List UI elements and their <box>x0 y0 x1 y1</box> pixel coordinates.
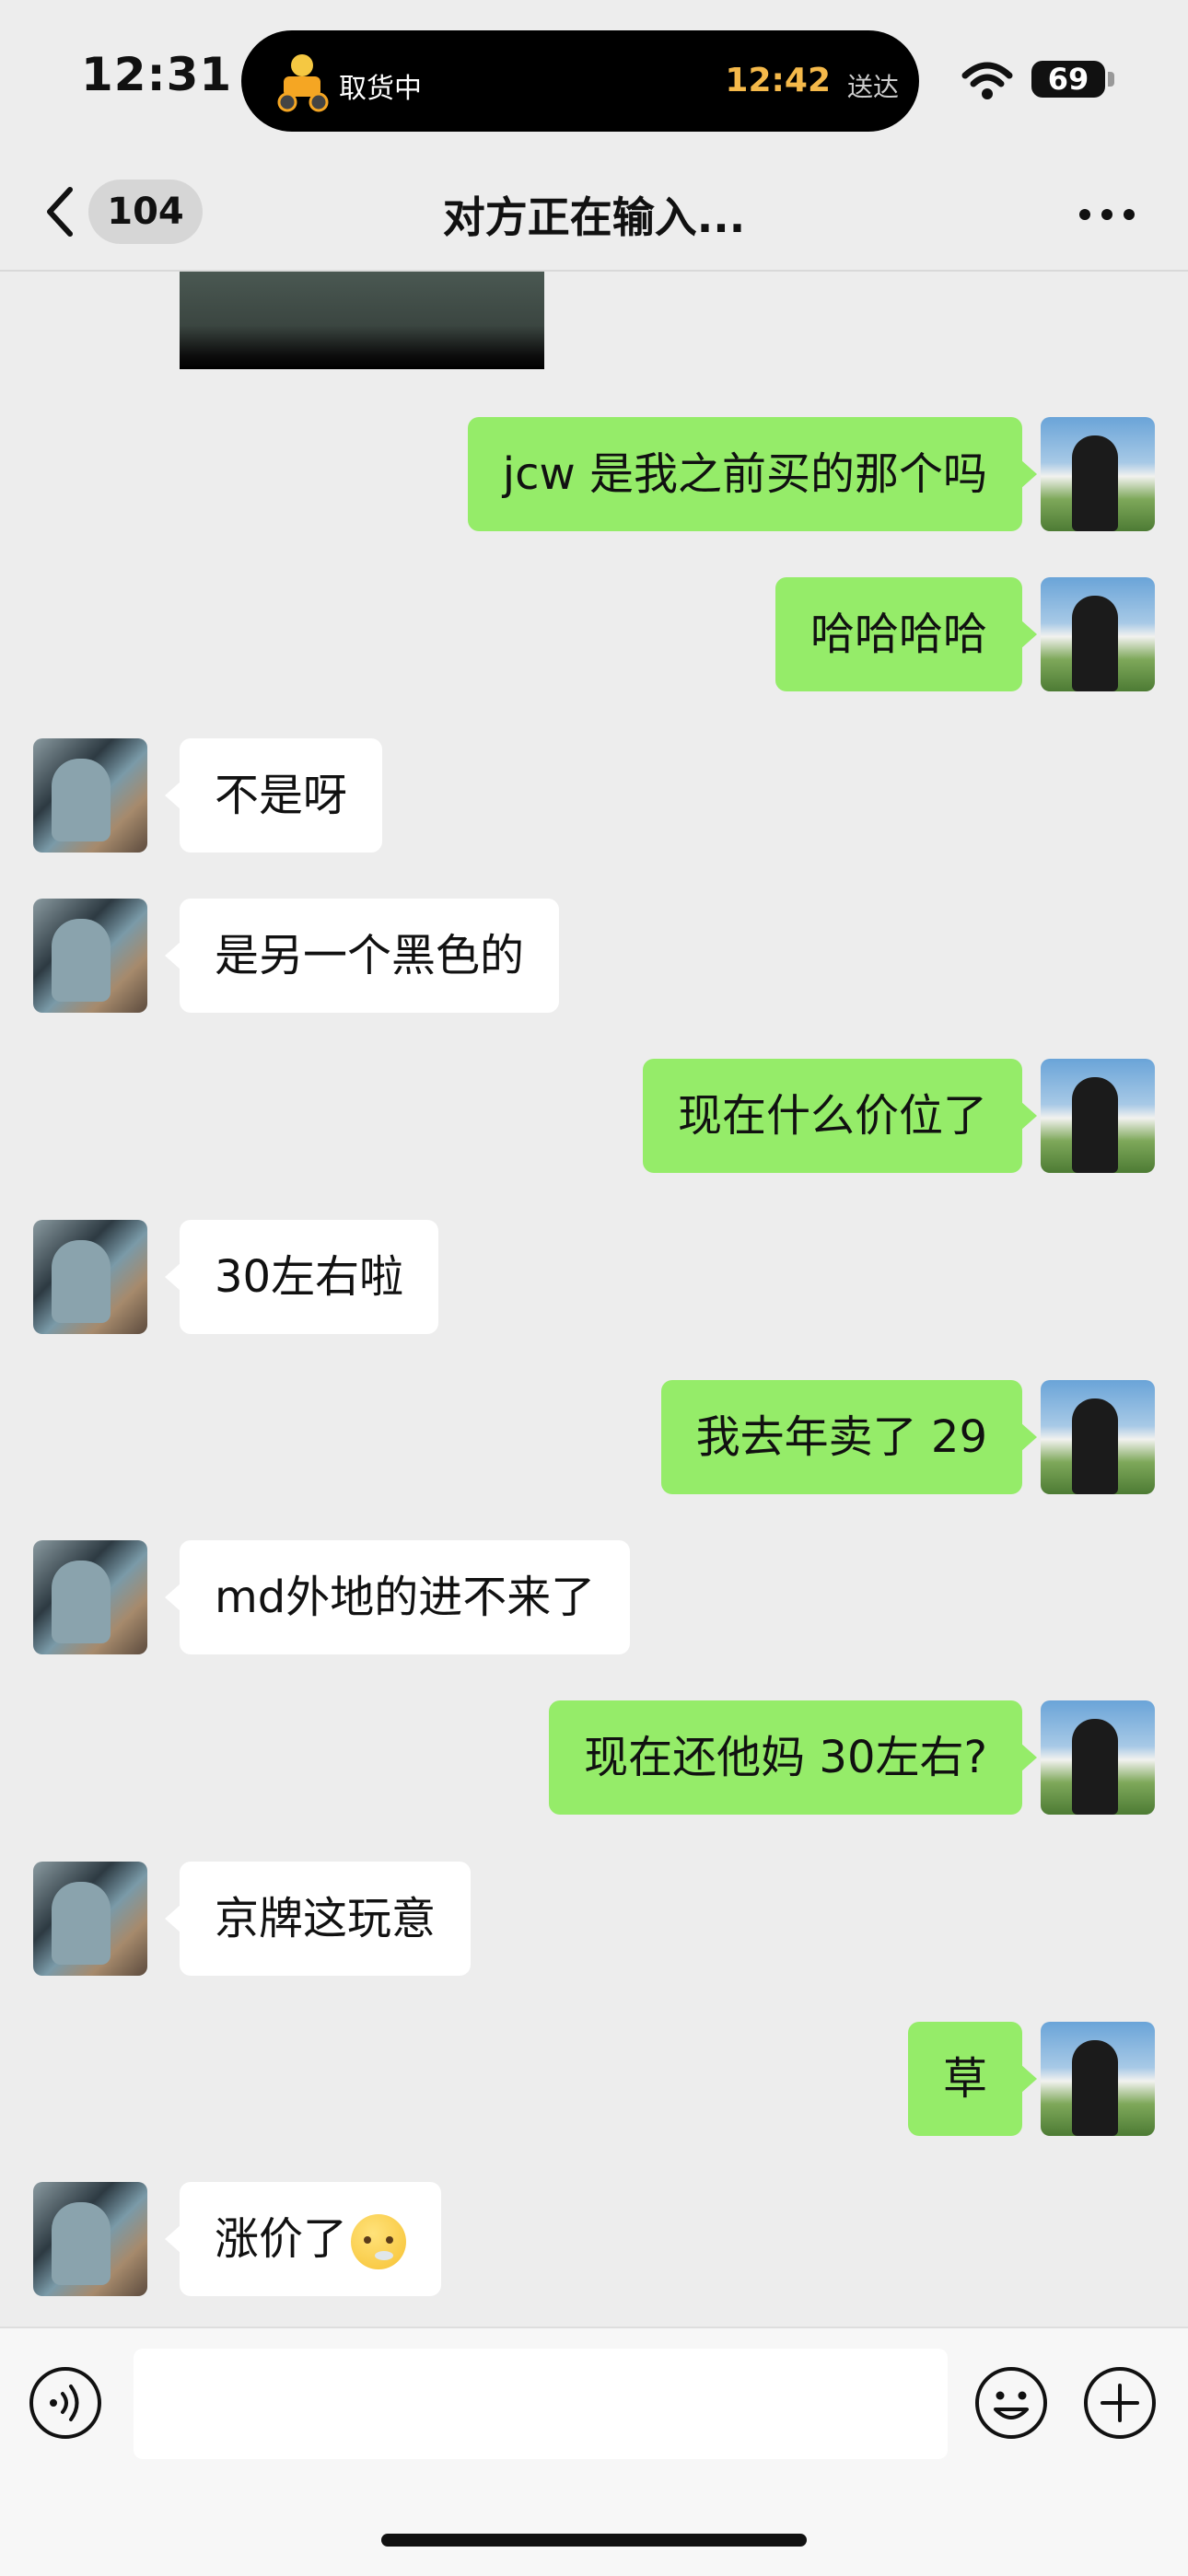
message-input[interactable] <box>134 2349 948 2459</box>
friend-message-row: 是另一个黑色的 <box>0 899 1188 1013</box>
friend-message-row: md外地的进不来了 <box>0 1540 1188 1654</box>
friend-message-row: 30左右啦 <box>0 1220 1188 1334</box>
message-text: 是另一个黑色的 <box>215 930 525 981</box>
sigh-face-emoji-icon <box>351 2214 407 2269</box>
my-avatar[interactable] <box>1041 1059 1155 1173</box>
my-message-bubble[interactable]: 现在什么价位了 <box>642 1059 1038 1173</box>
my-message-bubble[interactable]: jcw 是我之前买的那个吗 <box>467 417 1038 531</box>
friend-message-row: 涨价了 <box>0 2182 1188 2296</box>
my-message-bubble[interactable]: 现在还他妈 30左右? <box>549 1700 1037 1815</box>
my-message-bubble[interactable]: 哈哈哈哈 <box>775 577 1038 691</box>
my-avatar[interactable] <box>1041 417 1155 531</box>
more-options-icon[interactable] <box>1077 207 1136 222</box>
my-avatar[interactable] <box>1041 1700 1155 1815</box>
delivery-eta-suffix: 送达 <box>846 72 899 102</box>
delivery-status-label: 取货中 <box>339 73 422 105</box>
my-avatar[interactable] <box>1041 577 1155 691</box>
message-text: 现在还他妈 30左右? <box>584 1732 987 1783</box>
more-actions-plus-button[interactable] <box>1082 2365 1158 2441</box>
dynamic-island-delivery[interactable]: 取货中 12:42 送达 <box>241 30 919 132</box>
friend-message-bubble[interactable]: 京牌这玩意 <box>164 1862 472 1976</box>
wifi-icon <box>961 62 1013 99</box>
message-text: 涨价了 <box>215 2213 348 2265</box>
friend-avatar[interactable] <box>33 2182 147 2296</box>
message-text: 我去年卖了 29 <box>695 1411 987 1463</box>
my-message-row: 现在还他妈 30左右? <box>0 1700 1188 1815</box>
delivery-eta-time: 12:42 <box>725 62 831 99</box>
battery-level: 69 <box>1031 61 1105 98</box>
my-message-bubble[interactable]: 我去年卖了 29 <box>660 1380 1038 1494</box>
chat-title: 对方正在输入... <box>442 192 746 242</box>
delivery-scooter-icon <box>277 54 329 112</box>
my-message-row: 我去年卖了 29 <box>0 1380 1188 1494</box>
my-message-row: jcw 是我之前买的那个吗 <box>0 417 1188 531</box>
friend-message-bubble[interactable]: md外地的进不来了 <box>164 1540 631 1654</box>
friend-avatar[interactable] <box>33 1862 147 1976</box>
my-message-row: 现在什么价位了 <box>0 1059 1188 1173</box>
my-avatar[interactable] <box>1041 2022 1155 2136</box>
status-bar: 12:31 取货中 12:42 送达 69 <box>0 0 1188 161</box>
status-time: 12:31 <box>81 48 233 101</box>
friend-message-row: 不是呀 <box>0 738 1188 853</box>
message-text: 不是呀 <box>215 770 348 821</box>
message-text: md外地的进不来了 <box>215 1572 596 1623</box>
friend-message-row: 京牌这玩意 <box>0 1862 1188 1976</box>
my-message-row: 草 <box>0 2022 1188 2136</box>
friend-message-bubble[interactable]: 不是呀 <box>164 738 383 853</box>
message-text: 现在什么价位了 <box>677 1090 987 1142</box>
my-message-bubble[interactable]: 草 <box>907 2022 1038 2136</box>
friend-message-bubble[interactable]: 是另一个黑色的 <box>164 899 560 1013</box>
my-avatar[interactable] <box>1041 1380 1155 1494</box>
message-text: 30左右啦 <box>215 1251 404 1303</box>
message-text: 哈哈哈哈 <box>809 609 987 660</box>
emoji-button[interactable] <box>973 2365 1049 2441</box>
voice-input-button[interactable] <box>28 2365 103 2441</box>
home-indicator[interactable] <box>381 2534 807 2547</box>
friend-message-bubble[interactable]: 30左右啦 <box>164 1220 439 1334</box>
message-text: 京牌这玩意 <box>215 1893 437 1944</box>
chat-header: 104 对方正在输入... <box>0 161 1188 272</box>
friend-avatar[interactable] <box>33 1220 147 1334</box>
friend-avatar[interactable] <box>33 738 147 853</box>
battery-cap <box>1108 72 1114 87</box>
friend-avatar[interactable] <box>33 899 147 1013</box>
chat-message-list[interactable]: jcw 是我之前买的那个吗哈哈哈哈不是呀是另一个黑色的现在什么价位了 30左右啦我… <box>0 272 1188 2327</box>
my-message-row: 哈哈哈哈 <box>0 577 1188 691</box>
message-text: jcw 是我之前买的那个吗 <box>502 448 987 500</box>
video-message-thumbnail[interactable] <box>180 272 544 369</box>
message-text: 草 <box>942 2053 987 2105</box>
friend-avatar[interactable] <box>33 1540 147 1654</box>
friend-message-bubble[interactable]: 涨价了 <box>164 2182 442 2296</box>
